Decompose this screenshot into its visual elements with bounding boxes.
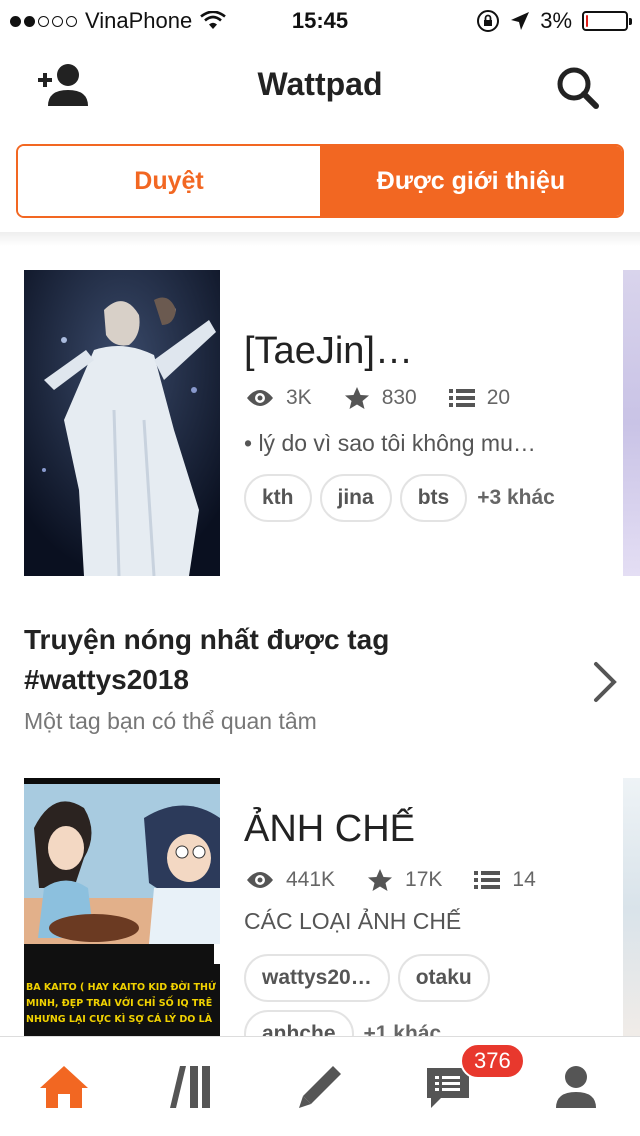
story-cover-image[interactable]: BA KAITO ( HAY KAITO KID ĐỜI THỨ MINH, ĐẸ… (24, 778, 220, 1038)
status-indicators: 3% (476, 8, 632, 34)
reads-count: 441K (286, 868, 336, 891)
story-cover-image[interactable] (24, 270, 220, 576)
reads-count: 3K (286, 386, 312, 409)
story-description: CÁC LOẠI ẢNH CHẾ (244, 908, 462, 934)
votes-count: 17K (405, 868, 443, 891)
votes-stat: 830 (344, 386, 417, 410)
parts-count: 14 (512, 868, 536, 891)
story-title[interactable]: [TaeJin]… (244, 330, 413, 373)
header-divider (0, 232, 640, 246)
battery-icon (582, 11, 632, 31)
story-tags: wattys20… otaku anhche +1 khác (244, 954, 564, 1038)
tab-write[interactable] (290, 1059, 350, 1115)
list-icon (474, 871, 501, 889)
more-tags-label[interactable]: +3 khác (475, 474, 555, 522)
location-arrow-icon (511, 12, 530, 30)
section-subtitle: Một tag bạn có thể quan tâm (24, 708, 317, 734)
tag-pill[interactable]: kth (244, 474, 312, 522)
tag-pill[interactable]: bts (399, 474, 468, 522)
story-stats: 3K 830 20 (246, 386, 542, 410)
next-story-cover-peek[interactable] (623, 778, 640, 1038)
messages-badge: 376 (460, 1043, 525, 1079)
write-icon (299, 1066, 341, 1108)
tag-pill[interactable]: jina (319, 474, 392, 522)
app-title: Wattpad (257, 66, 383, 102)
parts-stat: 14 (474, 868, 536, 892)
tag-pill[interactable]: anhche (244, 1010, 354, 1038)
story-stats: 441K 17K 14 (246, 868, 568, 892)
tab-featured[interactable]: Được giới thiệu (320, 146, 622, 216)
library-icon (170, 1066, 210, 1108)
story-tags: kth jina bts +3 khác (244, 474, 564, 522)
search-icon (557, 67, 599, 109)
app-header: Wattpad (0, 40, 640, 130)
orientation-lock-icon (477, 10, 500, 32)
reads-stat: 441K (246, 868, 335, 892)
tag-section-header[interactable]: Truyện nóng nhất được tag #wattys2018 Mộ… (0, 620, 640, 750)
star-icon (344, 387, 369, 409)
more-tags-label[interactable]: +1 khác (362, 1010, 442, 1038)
eye-icon (247, 390, 273, 406)
parts-count: 20 (486, 386, 511, 409)
tag-pill[interactable]: wattys20… (244, 954, 390, 1002)
story-card[interactable]: [TaeJin]… 3K 830 20 • lý do vì sao tôi k… (0, 270, 640, 580)
story-title[interactable]: ẢNH CHẾ (244, 808, 415, 851)
reads-stat: 3K (246, 386, 312, 410)
discover-segmented-control: Duyệt Được giới thiệu (16, 144, 624, 218)
star-icon (368, 869, 393, 891)
tab-home[interactable] (34, 1059, 94, 1115)
list-icon (448, 389, 475, 407)
cover-caption-line: BA KAITO ( HAY KAITO KID ĐỜI THỨ MINH, ĐẸ… (26, 981, 216, 1025)
tab-profile[interactable] (546, 1059, 606, 1115)
votes-count: 830 (381, 386, 417, 409)
eye-icon (247, 872, 273, 888)
section-title: Truyện nóng nhất được tag #wattys2018 (24, 624, 390, 695)
tab-browse[interactable]: Duyệt (18, 146, 320, 216)
chevron-right-icon (594, 662, 617, 702)
tab-library[interactable] (162, 1059, 222, 1115)
story-description: • lý do vì sao tôi không mu… (244, 430, 536, 456)
battery-percent: 3% (540, 8, 572, 33)
next-story-cover-peek[interactable] (623, 270, 640, 576)
parts-stat: 20 (448, 386, 511, 410)
search-button[interactable] (554, 64, 602, 112)
home-icon (40, 1066, 88, 1108)
status-bar: VinaPhone 15:45 3% (0, 0, 640, 40)
story-card[interactable]: BA KAITO ( HAY KAITO KID ĐỜI THỨ MINH, ĐẸ… (0, 778, 640, 1038)
profile-icon (556, 1066, 596, 1108)
votes-stat: 17K (367, 868, 442, 892)
bottom-tab-bar: 376 (0, 1036, 640, 1136)
tag-pill[interactable]: otaku (397, 954, 490, 1002)
